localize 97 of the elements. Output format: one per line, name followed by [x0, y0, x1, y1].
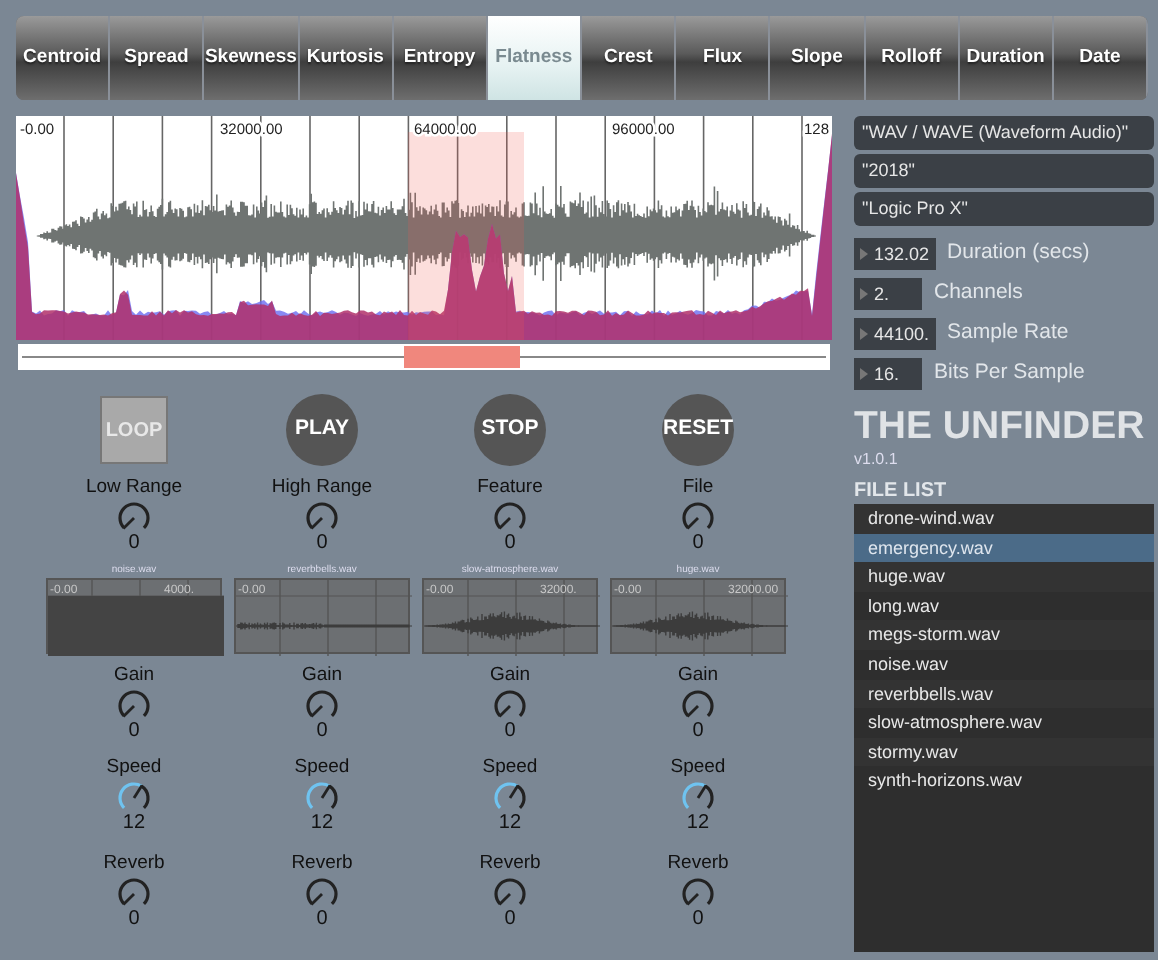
knob-value: 0	[504, 534, 516, 554]
tab[interactable]: Centroid	[16, 16, 111, 100]
number-field[interactable]: 44100.	[854, 317, 936, 349]
knob-value: 12	[122, 814, 146, 834]
knob[interactable]	[678, 500, 718, 534]
number-value: 16.	[874, 361, 900, 387]
knob[interactable]	[489, 688, 530, 722]
knob-value: 0	[128, 910, 140, 930]
triangle-icon	[860, 327, 868, 339]
knob-label: Gain	[677, 662, 719, 688]
knob[interactable]	[489, 780, 530, 814]
knob-value: 0	[504, 722, 516, 742]
tab[interactable]: Duration	[959, 16, 1054, 100]
info-field: "2018"	[854, 154, 1154, 188]
number-value: 132.02	[874, 241, 930, 267]
knob-value: 0	[692, 534, 704, 554]
version-label: v1.0.1	[854, 450, 900, 470]
reset-button[interactable]: RESET	[662, 394, 734, 466]
tab[interactable]: Slope	[770, 16, 866, 100]
knob-label: Speed	[294, 754, 350, 780]
knob[interactable]	[677, 688, 718, 722]
knob[interactable]	[302, 876, 342, 910]
selection-highlight[interactable]	[408, 132, 524, 340]
knob[interactable]	[490, 500, 530, 534]
knob[interactable]	[113, 688, 154, 722]
knob[interactable]	[677, 780, 718, 814]
file-item[interactable]: noise.wav	[854, 649, 1154, 680]
knob-label: Reverb	[667, 850, 729, 876]
knob-value: 0	[316, 910, 328, 930]
knob[interactable]	[678, 876, 718, 910]
tab[interactable]: Rolloff	[865, 16, 960, 100]
knob-value: 0	[128, 534, 140, 554]
file-item[interactable]: synth-horizons.wav	[854, 766, 1154, 796]
knob-value: 0	[316, 534, 328, 554]
tab[interactable]: Entropy	[393, 16, 488, 100]
tab[interactable]: Skewness	[204, 16, 300, 100]
tab[interactable]: Flux	[676, 16, 771, 100]
tab[interactable]: Date	[1053, 16, 1148, 100]
field-label: Bits Per Sample	[934, 357, 1085, 388]
triangle-icon	[860, 287, 868, 299]
file-item[interactable]: huge.wav	[854, 562, 1154, 592]
app-title: THE UNFINDER	[854, 402, 1147, 450]
field-label: Sample Rate	[947, 317, 1069, 348]
knob-label: Speed	[106, 754, 162, 780]
file-item[interactable]: megs-storm.wav	[854, 620, 1154, 650]
knob-label: Low Range	[85, 474, 183, 500]
number-value: 44100.	[874, 321, 930, 347]
stop-button[interactable]: STOP	[474, 394, 546, 466]
knob-label: Gain	[113, 662, 155, 688]
field-label: Duration (secs)	[947, 237, 1090, 268]
knob[interactable]	[114, 876, 154, 910]
file-item[interactable]: emergency.wav	[854, 533, 1154, 563]
triangle-icon	[860, 247, 868, 259]
knob[interactable]	[490, 876, 530, 910]
number-field[interactable]: 2.	[854, 277, 922, 309]
knob[interactable]	[301, 500, 342, 534]
knob-label: Reverb	[291, 850, 353, 876]
knob-value: 12	[686, 814, 710, 834]
knob-label: Feature	[477, 474, 543, 500]
number-field[interactable]: 16.	[854, 357, 922, 389]
file-item[interactable]: long.wav	[854, 591, 1154, 621]
triangle-icon	[860, 367, 868, 379]
tab[interactable]: Kurtosis	[299, 16, 394, 100]
file-item[interactable]: drone-wind.wav	[854, 504, 1154, 534]
knob-label: Gain	[489, 662, 531, 688]
scrollbar[interactable]	[18, 344, 830, 370]
info-field: "WAV / WAVE (Waveform Audio)"	[854, 116, 1154, 150]
number-field[interactable]: 132.02	[854, 237, 936, 269]
knob-label: Reverb	[479, 850, 541, 876]
file-item[interactable]: slow-atmosphere.wav	[854, 708, 1154, 738]
knob[interactable]	[301, 688, 342, 722]
info-field: "Logic Pro X"	[854, 192, 1154, 226]
list-heading: FILE LIST	[854, 480, 949, 504]
knob[interactable]	[301, 780, 342, 814]
knob-value: 0	[128, 722, 140, 742]
file-item[interactable]: stormy.wav	[854, 737, 1154, 767]
field-label: Channels	[934, 277, 1023, 308]
knob-value: 0	[316, 722, 328, 742]
tab[interactable]: Spread	[110, 16, 205, 100]
scrollbar-thumb[interactable]	[404, 346, 520, 368]
knob-label: Gain	[301, 662, 343, 688]
knob-value: 0	[692, 910, 704, 930]
knob-value: 12	[310, 814, 334, 834]
knob-label: File	[682, 474, 714, 500]
knob[interactable]	[114, 500, 154, 534]
knob-label: Speed	[482, 754, 538, 780]
knob-value: 0	[504, 910, 516, 930]
file-item[interactable]: reverbbells.wav	[854, 679, 1154, 709]
knob-value: 0	[692, 722, 704, 742]
play-button[interactable]: PLAY	[286, 394, 358, 466]
knob-label: Reverb	[103, 850, 165, 876]
tab[interactable]: Crest	[582, 16, 677, 100]
number-value: 2.	[874, 281, 890, 307]
knob-value: 12	[498, 814, 522, 834]
knob[interactable]	[113, 780, 154, 814]
knob-label: Speed	[670, 754, 726, 780]
knob-label: High Range	[271, 474, 373, 500]
